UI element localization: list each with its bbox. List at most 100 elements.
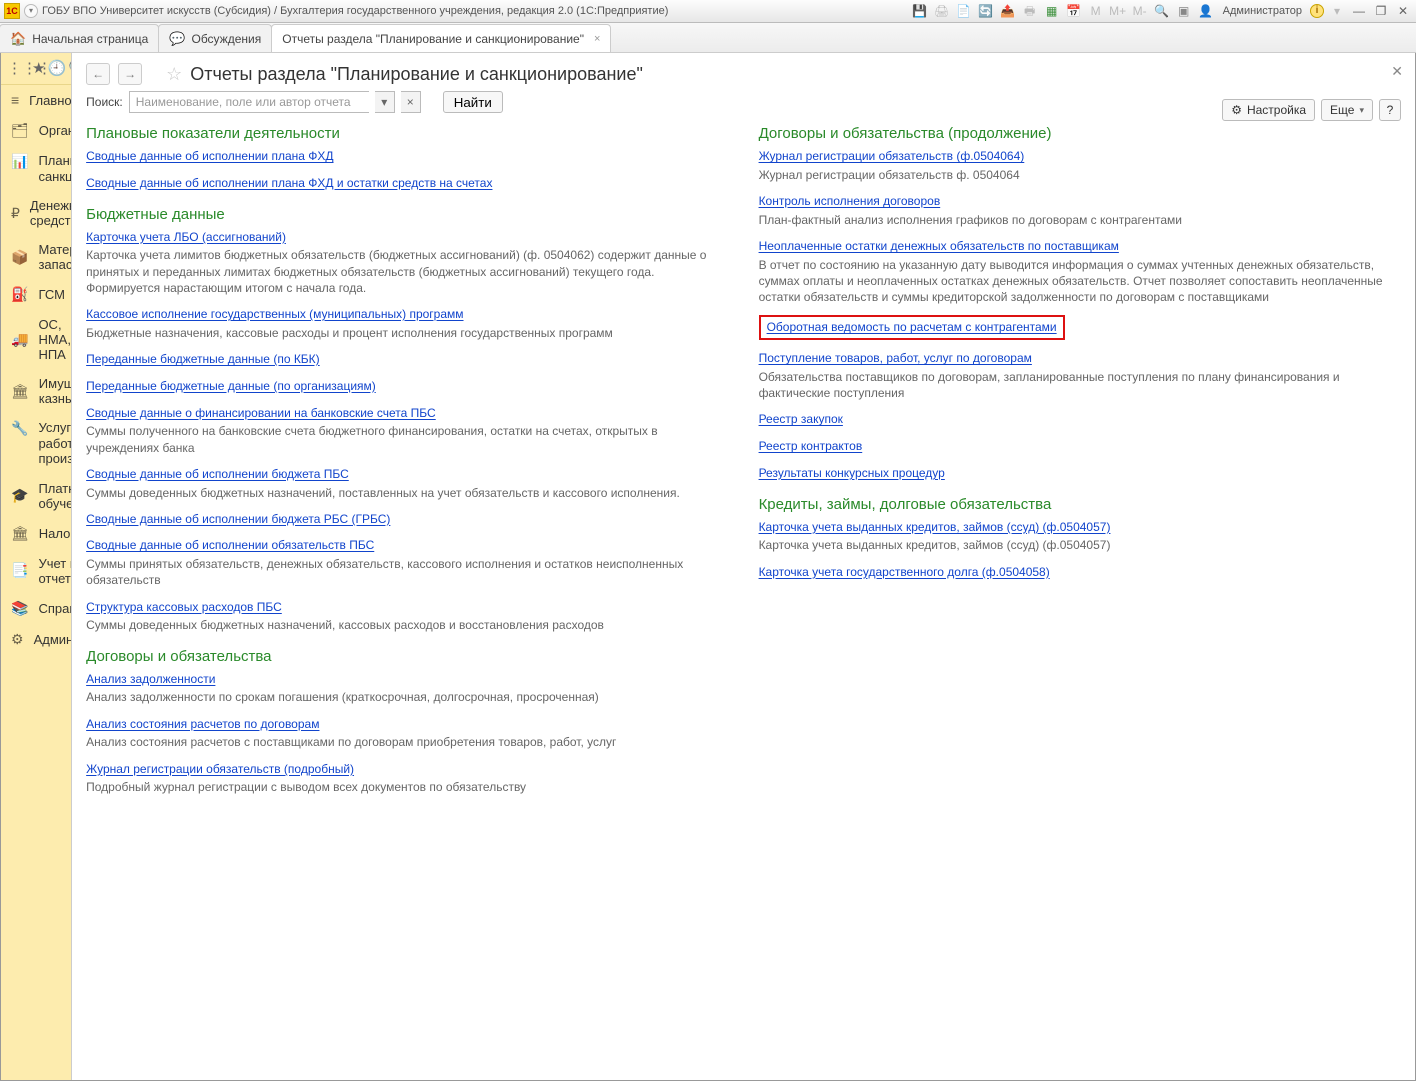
section-heading: Кредиты, займы, долговые обязательства	[759, 496, 1401, 513]
sidebar-item-icon: ≡	[11, 92, 19, 108]
report-link[interactable]: Переданные бюджетные данные (по КБК)	[86, 352, 320, 366]
content-close-button[interactable]: ✕	[1391, 63, 1403, 80]
sidebar-item-label: Услуги, работы, производство	[38, 420, 72, 467]
sidebar-item-icon: 🎓	[11, 487, 28, 504]
info-icon[interactable]: i	[1310, 4, 1324, 18]
settings-button[interactable]: ⚙ Настройка	[1222, 99, 1315, 121]
search-find-button[interactable]: Найти	[443, 91, 503, 113]
sidebar-item-0[interactable]: ≡ Главное	[1, 85, 71, 115]
sidebar-item-2[interactable]: 📊Планирование и санкционирование	[1, 146, 71, 191]
report-link[interactable]: Переданные бюджетные данные (по организа…	[86, 379, 376, 393]
report-link[interactable]: Контроль исполнения договоров	[759, 194, 941, 208]
report-link[interactable]: Оборотная ведомость по расчетам с контра…	[767, 320, 1057, 334]
report-description: Подробный журнал регистрации с выводом в…	[86, 779, 728, 795]
print-icon[interactable]: 🖨	[933, 2, 951, 20]
report-link[interactable]: Сводные данные о финансировании на банко…	[86, 406, 436, 420]
sidebar-item-5[interactable]: ⛽ГСМ	[1, 279, 71, 310]
sidebar-item-8[interactable]: 🔧Услуги, работы, производство	[1, 413, 71, 474]
report-description: Бюджетные назначения, кассовые расходы и…	[86, 325, 728, 341]
search-input[interactable]: Наименование, поле или автор отчета	[129, 91, 369, 113]
help-button[interactable]: ?	[1379, 99, 1401, 121]
search-clear-button[interactable]: ×	[401, 91, 421, 113]
sidebar-item-4[interactable]: 📦Материальные запасы	[1, 235, 71, 279]
report-item: Карточка учета ЛБО (ассигнований)Карточк…	[86, 229, 728, 296]
document-icon[interactable]: 📄	[955, 2, 973, 20]
refresh-icon[interactable]: 🔄	[977, 2, 995, 20]
nav-back-button[interactable]: ←	[86, 63, 110, 85]
tab-1[interactable]: 💬Обсуждения	[158, 24, 272, 52]
star-icon[interactable]: ★	[32, 57, 45, 80]
report-link[interactable]: Карточка учета государственного долга (ф…	[759, 565, 1050, 579]
sidebar-item-label: Планирование и санкционирование	[38, 153, 72, 184]
report-item: Сводные данные об исполнении плана ФХД и…	[86, 175, 728, 192]
report-link[interactable]: Сводные данные об исполнении обязательст…	[86, 538, 374, 552]
report-link[interactable]: Журнал регистрации обязательств (ф.05040…	[759, 149, 1025, 163]
sidebar-item-12[interactable]: 📚Справочники	[1, 593, 71, 624]
apps-icon[interactable]: ⋮⋮⋮	[7, 57, 30, 80]
report-link[interactable]: Сводные данные об исполнении бюджета РБС…	[86, 512, 390, 526]
favorite-star-icon[interactable]: ☆	[166, 64, 182, 85]
page-title: Отчеты раздела "Планирование и санкциони…	[190, 64, 643, 85]
calendar-icon[interactable]: 📅	[1065, 2, 1083, 20]
report-link[interactable]: Сводные данные об исполнении бюджета ПБС	[86, 467, 349, 481]
save-icon[interactable]: 💾	[911, 2, 929, 20]
search-dropdown-button[interactable]: ▾	[375, 91, 395, 113]
report-description: Суммы доведенных бюджетных назначений, п…	[86, 485, 728, 501]
tab-close-button[interactable]: ×	[594, 33, 600, 45]
report-item: Реестр контрактов	[759, 438, 1401, 455]
app-menu-dropdown[interactable]: ▾	[24, 4, 38, 18]
sidebar-item-3[interactable]: ₽Денежные средства	[1, 191, 71, 235]
report-item: Сводные данные об исполнении бюджета ПБС…	[86, 466, 728, 501]
report-item: Переданные бюджетные данные (по КБК)	[86, 351, 728, 368]
sidebar-item-label: Администрирование	[34, 632, 73, 647]
more-button[interactable]: Еще ▾	[1321, 99, 1373, 121]
report-link[interactable]: Анализ состояния расчетов по договорам	[86, 717, 319, 731]
highlighted-report-link[interactable]: Оборотная ведомость по расчетам с контра…	[759, 315, 1065, 340]
report-link[interactable]: Кассовое исполнение государственных (мун…	[86, 307, 463, 321]
tab-2[interactable]: Отчеты раздела "Планирование и санкциони…	[271, 24, 611, 52]
report-link[interactable]: Сводные данные об исполнении плана ФХД	[86, 149, 333, 163]
grid-icon[interactable]: ▦	[1043, 2, 1061, 20]
tab-icon: 💬	[169, 31, 185, 47]
panels-icon[interactable]: ▣	[1175, 2, 1193, 20]
report-item: Контроль исполнения договоровПлан-фактны…	[759, 193, 1401, 228]
tab-label: Отчеты раздела "Планирование и санкциони…	[282, 32, 584, 46]
history-icon[interactable]: 🕘	[47, 57, 66, 80]
report-description: Обязательства поставщиков по договорам, …	[759, 369, 1401, 401]
sidebar-item-10[interactable]: 🏛Налоги	[1, 518, 71, 549]
window-close[interactable]: ✕	[1394, 4, 1412, 18]
sidebar-item-9[interactable]: 🎓Платное обучение	[1, 474, 71, 518]
m-button[interactable]: M	[1087, 2, 1105, 20]
tab-0[interactable]: 🏠Начальная страница	[0, 24, 159, 52]
window-restore[interactable]: ❐	[1372, 4, 1390, 18]
report-link[interactable]: Реестр закупок	[759, 412, 843, 426]
section-heading: Бюджетные данные	[86, 206, 728, 223]
report-link[interactable]: Журнал регистрации обязательств (подробн…	[86, 762, 354, 776]
sidebar-item-11[interactable]: 📑Учет и отчетность	[1, 549, 71, 593]
report-link[interactable]: Карточка учета выданных кредитов, займов…	[759, 520, 1111, 534]
sidebar-item-13[interactable]: ⚙Администрирование	[1, 624, 71, 655]
sidebar-item-1[interactable]: 🗂Органайзер	[1, 115, 71, 146]
report-link[interactable]: Неоплаченные остатки денежных обязательс…	[759, 239, 1119, 253]
sidebar-item-icon: 📦	[11, 249, 28, 266]
m-plus-button[interactable]: M+	[1109, 2, 1127, 20]
print2-icon[interactable]: 🖶	[1021, 2, 1039, 20]
report-link[interactable]: Результаты конкурсных процедур	[759, 466, 945, 480]
sidebar-item-label: Главное	[29, 93, 72, 108]
tab-icon: 🏠	[10, 31, 26, 47]
report-link[interactable]: Поступление товаров, работ, услуг по дог…	[759, 351, 1032, 365]
report-link[interactable]: Сводные данные об исполнении плана ФХД и…	[86, 176, 492, 190]
zoom-icon[interactable]: 🔍	[1153, 2, 1171, 20]
nav-forward-button[interactable]: →	[118, 63, 142, 85]
m-minus-button[interactable]: M-	[1131, 2, 1149, 20]
report-link[interactable]: Анализ задолженности	[86, 672, 215, 686]
sidebar-item-7[interactable]: 🏛Имущество казны	[1, 369, 71, 413]
report-link[interactable]: Карточка учета ЛБО (ассигнований)	[86, 230, 286, 244]
user-label[interactable]: Администратор	[1219, 5, 1306, 17]
report-link[interactable]: Реестр контрактов	[759, 439, 863, 453]
window-minimize[interactable]: —	[1350, 4, 1368, 18]
info-dropdown[interactable]: ▾	[1328, 2, 1346, 20]
export-icon[interactable]: 📤	[999, 2, 1017, 20]
sidebar-item-6[interactable]: 🚚ОС, НМА, НПА	[1, 310, 71, 369]
report-link[interactable]: Структура кассовых расходов ПБС	[86, 600, 282, 614]
